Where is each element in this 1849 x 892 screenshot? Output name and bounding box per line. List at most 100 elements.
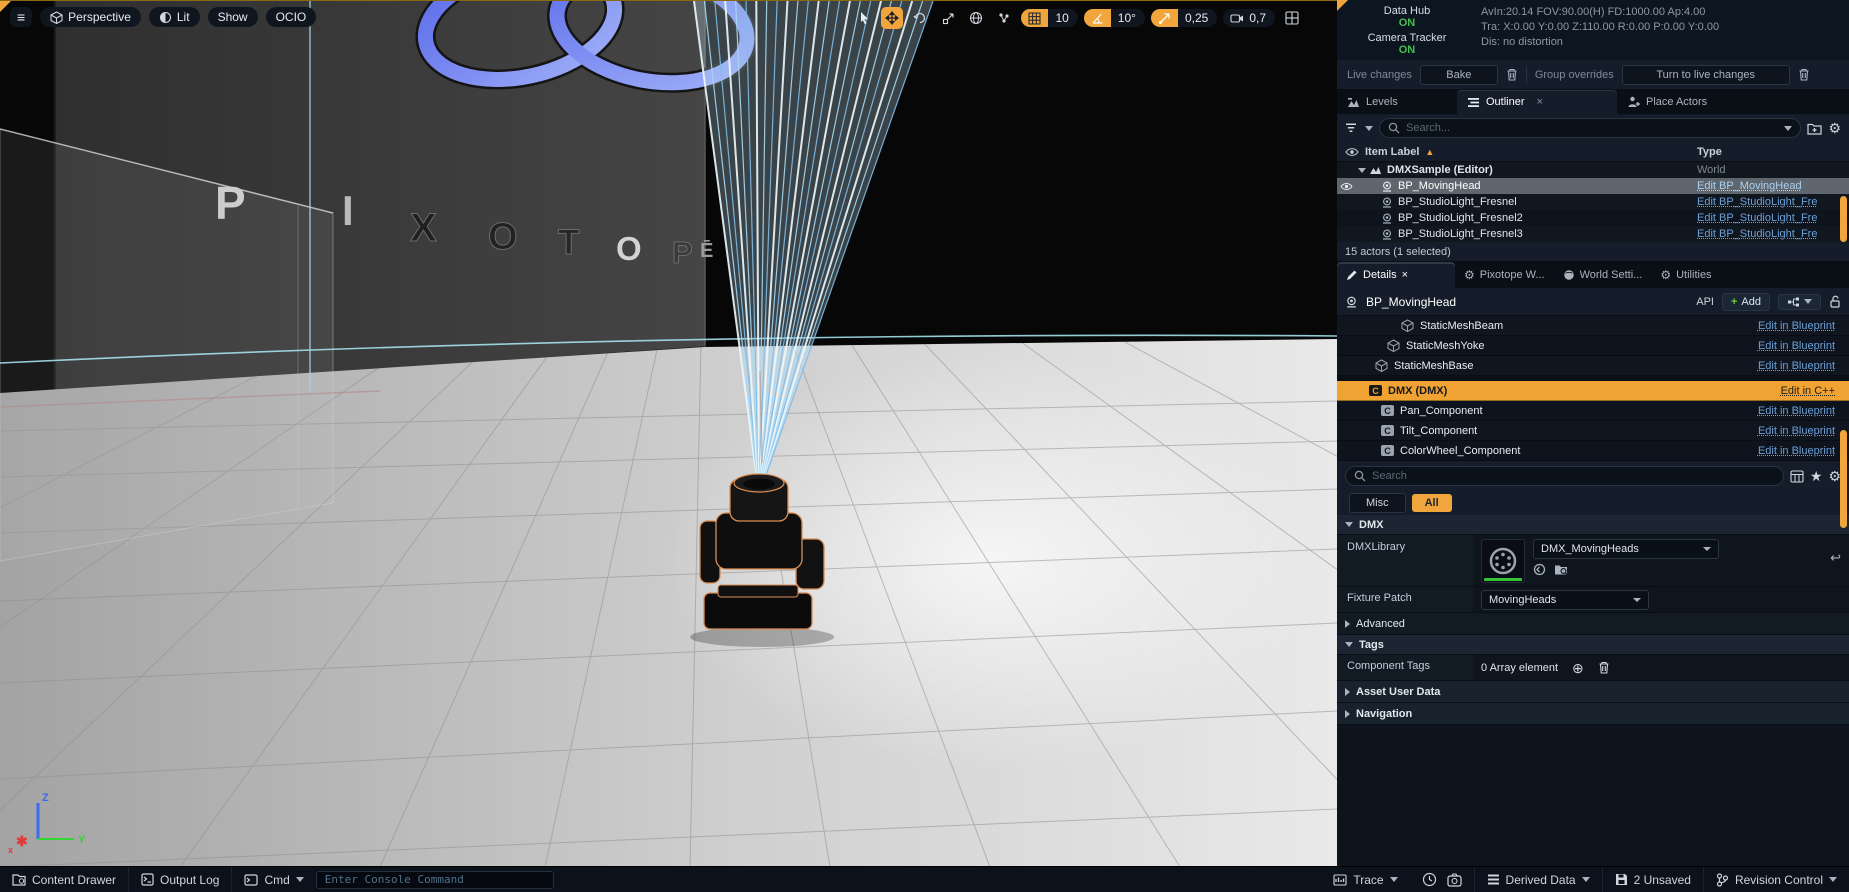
filter-chevron-icon[interactable]: [1365, 126, 1373, 131]
console-command-input[interactable]: [316, 871, 554, 889]
trash-icon[interactable]: [1798, 68, 1810, 81]
grid-snap-control[interactable]: 10: [1021, 9, 1077, 27]
tree-row-dmxsample[interactable]: DMXSample (Editor) World: [1337, 162, 1849, 178]
search-options-chevron-icon[interactable]: [1784, 126, 1792, 131]
tree-row-label[interactable]: DMXSample (Editor): [1387, 164, 1493, 176]
edit-in-blueprint-link[interactable]: Edit in Blueprint: [1758, 425, 1835, 437]
scene-canvas[interactable]: P I X O T O P Ē: [0, 1, 1337, 866]
column-item-label[interactable]: Item Label: [1365, 146, 1419, 158]
dmx-library-thumbnail[interactable]: [1481, 539, 1525, 583]
component-tilt[interactable]: C Tilt_Component Edit in Blueprint: [1337, 421, 1849, 441]
blueprint-hierarchy-button[interactable]: [1778, 294, 1821, 310]
ocio-button[interactable]: OCIO: [266, 7, 317, 27]
show-button[interactable]: Show: [208, 7, 258, 27]
tree-row-label[interactable]: BP_StudioLight_Fresnel2: [1398, 212, 1523, 224]
surface-snapping-button[interactable]: [993, 7, 1015, 29]
outliner-search-box[interactable]: [1379, 118, 1801, 138]
details-search-box[interactable]: [1345, 466, 1784, 486]
scale-tool-button[interactable]: [937, 7, 959, 29]
quad-view-button[interactable]: [1281, 7, 1303, 29]
edit-blueprint-link[interactable]: Edit BP_StudioLight_Fre: [1697, 196, 1843, 208]
cmd-selector[interactable]: Cmd: [232, 867, 315, 892]
filter-misc-button[interactable]: Misc: [1349, 493, 1406, 513]
edit-in-cpp-link[interactable]: Edit in C++: [1781, 385, 1835, 397]
screenshot-icon[interactable]: [1447, 873, 1462, 887]
add-array-element-icon[interactable]: ⊕: [1572, 661, 1584, 675]
bake-button[interactable]: Bake: [1420, 65, 1498, 85]
world-space-button[interactable]: [965, 7, 987, 29]
scale-snap-control[interactable]: 0,25: [1151, 9, 1217, 27]
tree-row-fresnel3[interactable]: BP_StudioLight_Fresnel3 Edit BP_StudioLi…: [1337, 226, 1849, 242]
browse-to-asset-icon[interactable]: [1554, 563, 1568, 576]
column-type-label[interactable]: Type: [1697, 146, 1722, 158]
edit-in-blueprint-link[interactable]: Edit in Blueprint: [1758, 405, 1835, 417]
details-scrollbar[interactable]: [1840, 430, 1847, 528]
close-tab-icon[interactable]: ×: [1537, 96, 1543, 108]
select-tool-button[interactable]: [853, 7, 875, 29]
display-options-icon[interactable]: [1790, 470, 1804, 483]
add-component-button[interactable]: + Add: [1722, 293, 1770, 311]
revision-control-button[interactable]: Revision Control: [1704, 867, 1849, 892]
section-asset-user-data[interactable]: Asset User Data: [1337, 681, 1849, 703]
tab-world-settings[interactable]: World Setti...: [1554, 262, 1652, 288]
tab-levels[interactable]: Levels: [1337, 90, 1457, 114]
rotation-snap-control[interactable]: 10°: [1084, 9, 1145, 27]
reset-to-default-icon[interactable]: ↩: [1830, 551, 1841, 564]
outliner-search-input[interactable]: [1406, 122, 1778, 134]
tab-utilities[interactable]: ⚙ Utilities: [1651, 262, 1720, 288]
edit-blueprint-link[interactable]: Edit BP_MovingHead: [1697, 180, 1843, 192]
content-drawer-button[interactable]: Content Drawer: [0, 867, 129, 892]
unsaved-button[interactable]: 2 Unsaved: [1603, 867, 1704, 892]
viewport-options-button[interactable]: ≡: [10, 7, 32, 27]
details-search-input[interactable]: [1372, 470, 1775, 482]
sort-ascending-icon[interactable]: ▲: [1425, 147, 1434, 157]
tab-place-actors[interactable]: Place Actors: [1617, 90, 1717, 114]
component-name[interactable]: StaticMeshYoke: [1406, 340, 1484, 352]
edit-blueprint-link[interactable]: Edit BP_StudioLight_Fre: [1697, 212, 1843, 224]
favorites-star-icon[interactable]: ★: [1810, 469, 1823, 483]
api-label[interactable]: API: [1696, 296, 1714, 308]
component-name[interactable]: DMX (DMX): [1388, 385, 1447, 397]
rotate-tool-button[interactable]: [909, 7, 931, 29]
edit-in-blueprint-link[interactable]: Edit in Blueprint: [1758, 320, 1835, 332]
timing-insights-icon[interactable]: [1422, 872, 1437, 887]
tree-row-fresnel2[interactable]: BP_StudioLight_Fresnel2 Edit BP_StudioLi…: [1337, 210, 1849, 226]
tree-row-label[interactable]: BP_StudioLight_Fresnel: [1398, 196, 1517, 208]
turn-to-live-changes-button[interactable]: Turn to live changes: [1622, 65, 1790, 85]
filter-icon[interactable]: [1345, 122, 1359, 134]
tab-pixotope-world[interactable]: ⚙ Pixotope W...: [1455, 262, 1554, 288]
section-tags[interactable]: Tags: [1337, 635, 1849, 655]
tab-outliner[interactable]: Outliner ×: [1457, 90, 1617, 114]
close-tab-icon[interactable]: ×: [1402, 269, 1408, 281]
component-name[interactable]: StaticMeshBeam: [1420, 320, 1503, 332]
filter-all-button[interactable]: All: [1412, 494, 1452, 512]
outliner-scrollbar[interactable]: [1840, 196, 1847, 242]
section-navigation[interactable]: Navigation: [1337, 703, 1849, 725]
component-name[interactable]: ColorWheel_Component: [1400, 445, 1520, 457]
move-tool-button[interactable]: [881, 7, 903, 29]
3d-viewport[interactable]: P I X O T O P Ē: [0, 0, 1337, 866]
component-pan[interactable]: C Pan_Component Edit in Blueprint: [1337, 401, 1849, 421]
edit-blueprint-link[interactable]: Edit BP_StudioLight_Fre: [1697, 228, 1843, 240]
tree-row-label[interactable]: BP_StudioLight_Fresnel3: [1398, 228, 1523, 240]
unlock-icon[interactable]: [1829, 295, 1841, 308]
derived-data-button[interactable]: Derived Data: [1474, 867, 1603, 892]
trace-button[interactable]: Trace: [1321, 867, 1409, 892]
outliner-settings-gear-icon[interactable]: ⚙: [1828, 121, 1841, 135]
edit-in-blueprint-link[interactable]: Edit in Blueprint: [1758, 340, 1835, 352]
visibility-eye-icon[interactable]: [1340, 182, 1353, 191]
section-advanced[interactable]: Advanced: [1337, 613, 1849, 635]
clear-array-trash-icon[interactable]: [1598, 661, 1610, 674]
outliner-column-header[interactable]: Item Label ▲ Type: [1337, 142, 1849, 162]
expand-caret-icon[interactable]: [1358, 168, 1366, 173]
perspective-button[interactable]: Perspective: [40, 7, 141, 27]
component-name[interactable]: Tilt_Component: [1400, 425, 1477, 437]
use-selected-asset-icon[interactable]: [1533, 563, 1546, 576]
edit-in-blueprint-link[interactable]: Edit in Blueprint: [1758, 445, 1835, 457]
trash-icon[interactable]: [1506, 68, 1518, 81]
output-log-button[interactable]: Output Log: [129, 867, 232, 892]
new-folder-icon[interactable]: [1807, 122, 1822, 135]
lit-button[interactable]: Lit: [149, 7, 200, 27]
tab-details[interactable]: Details ×: [1337, 262, 1455, 288]
section-dmx[interactable]: DMX: [1337, 515, 1849, 535]
